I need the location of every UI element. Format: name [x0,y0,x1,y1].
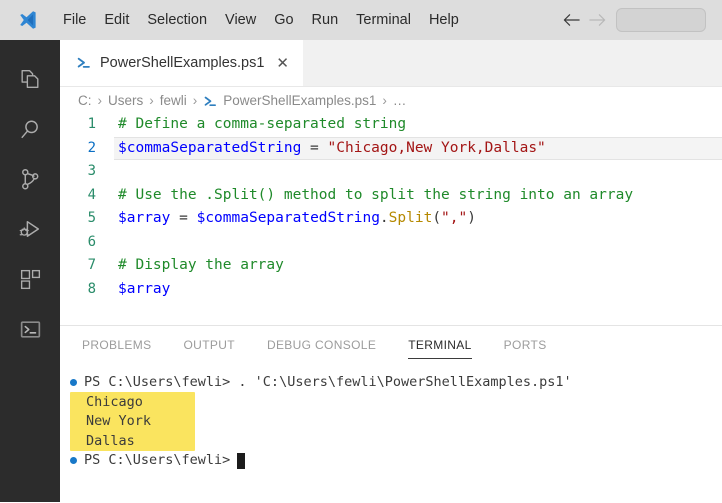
menu-item-terminal[interactable]: Terminal [347,9,420,31]
code-token: $array [118,280,171,297]
line-number: 4 [87,186,96,203]
terminal-command-text: PS C:\Users\fewli> . 'C:\Users\fewli\Pow… [84,374,572,390]
command-center-search-input[interactable] [616,8,706,32]
code-token: "," [441,210,468,226]
terminal-console-icon[interactable] [0,304,60,354]
panel-tab-terminal[interactable]: TERMINAL [408,326,473,364]
breadcrumb-item-more[interactable]: … [393,93,407,108]
code-token: # Display the array [118,257,284,273]
breadcrumb-item-file[interactable]: PowerShellExamples.ps1 [223,93,376,108]
code-line-text: $commaSeparatedString = "Chicago,New Yor… [114,136,722,160]
bottom-panel: PROBLEMS OUTPUT DEBUG CONSOLE TERMINAL PORTS… [60,325,722,503]
activity-bar [0,40,60,502]
breadcrumb-separator: › [97,92,103,108]
code-token: # Use the .Split() method to split the s… [118,186,634,203]
code-token: = [170,210,197,226]
panel-tab-output[interactable]: OUTPUT [184,326,235,364]
code-token: $commaSeparatedString [118,139,302,156]
breadcrumb-item-drive[interactable]: C: [78,93,92,108]
extensions-blocks-icon[interactable] [0,254,60,304]
panel-tab-problems[interactable]: PROBLEMS [82,326,152,364]
breadcrumb: C: › Users › fewli › PowerShellExamples.… [60,87,722,113]
code-line-text: $array [114,278,722,302]
line-number: 2 [87,139,96,156]
menu-item-help[interactable]: Help [420,9,468,31]
powershell-file-icon [203,94,218,109]
title-navigation [558,0,706,40]
code-token: = [301,139,328,156]
code-token: Split [388,210,433,226]
code-line[interactable]: 2 $commaSeparatedString = "Chicago,New Yo… [60,136,722,160]
code-token: # Define a comma-separated string [118,116,407,132]
code-line[interactable]: 6 [60,231,722,255]
run-and-debug-icon[interactable] [0,204,60,254]
terminal-view[interactable]: PS C:\Users\fewli> . 'C:\Users\fewli\Pow… [60,364,722,471]
code-token: $array [118,210,171,226]
line-number: 7 [87,257,96,273]
line-number: 1 [87,116,96,132]
code-editor[interactable]: 1 # Define a comma-separated string 2 $comm… [60,113,722,301]
vscode-window: File Edit Selection View Go Run Terminal… [0,0,722,503]
menu-item-file[interactable]: File [54,9,95,31]
code-line[interactable]: 4 # Use the .Split() method to split the … [60,184,722,208]
terminal-prompt-text: PS C:\Users\fewli> [84,452,231,468]
code-token: ( [432,210,442,226]
code-line[interactable]: 3 [60,160,722,184]
panel-tab-bar: PROBLEMS OUTPUT DEBUG CONSOLE TERMINAL PORTS [60,326,722,364]
terminal-prompt-line: PS C:\Users\fewli> . 'C:\Users\fewli\Pow… [70,373,722,393]
line-number: 5 [87,210,96,226]
menu-item-run[interactable]: Run [303,9,348,31]
arrow-right-icon [584,13,610,27]
terminal-output-text: New York [86,413,152,429]
code-line[interactable]: 7 # Display the array [60,254,722,278]
powershell-file-icon [76,55,92,71]
editor-tab-bar: PowerShellExamples.ps1 ✕ [60,40,722,87]
prompt-status-bullet-icon [70,379,77,387]
code-token: . [379,210,389,226]
code-token: "Chicago,New York,Dallas" [327,139,546,156]
code-line-text: $array = $commaSeparatedString.Split(","… [114,207,722,231]
terminal-prompt-line-final: PS C:\Users\fewli> [70,451,722,471]
panel-tab-debug-console[interactable]: DEBUG CONSOLE [267,326,376,364]
title-bar: File Edit Selection View Go Run Terminal… [0,0,722,40]
breadcrumb-separator: › [192,92,198,108]
breadcrumb-separator: › [149,92,154,108]
menu-item-edit[interactable]: Edit [95,9,138,31]
breadcrumb-item-fewli[interactable]: fewli [160,93,187,108]
menu-item-selection[interactable]: Selection [138,9,216,31]
arrow-left-icon[interactable] [558,13,584,27]
search-icon[interactable] [0,104,60,154]
line-number: 8 [87,280,96,297]
code-line-text: # Define a comma-separated string [114,113,722,137]
terminal-output-text: Dallas [86,432,135,449]
breadcrumb-separator: › [382,92,387,108]
code-line-text: # Use the .Split() method to split the s… [114,184,722,208]
line-number: 3 [87,163,96,179]
editor-tab-powershellexamples[interactable]: PowerShellExamples.ps1 ✕ [60,40,303,86]
explorer-files-icon[interactable] [0,54,60,104]
close-icon[interactable]: ✕ [276,56,289,71]
menu-item-go[interactable]: Go [265,9,302,31]
code-line-text: # Display the array [114,254,722,278]
menu-item-view[interactable]: View [216,9,265,31]
code-line[interactable]: 1 # Define a comma-separated string [60,113,722,137]
breadcrumb-item-users[interactable]: Users [108,93,143,108]
terminal-cursor [237,452,246,469]
vscode-logo-icon [8,9,46,31]
code-token: $commaSeparatedString [196,210,380,226]
prompt-status-bullet-icon [70,457,77,465]
code-line[interactable]: 5 $array = $commaSeparatedString.Split(",… [60,207,722,231]
code-line[interactable]: 8 $array [60,278,722,302]
code-token: ) [467,210,476,226]
terminal-output-text: Chicago [86,393,143,410]
editor-group: PowerShellExamples.ps1 ✕ C: › Users › fe… [60,40,722,503]
source-control-branch-icon[interactable] [0,154,60,204]
panel-tab-ports[interactable]: PORTS [504,326,547,364]
editor-tab-label: PowerShellExamples.ps1 [100,55,265,71]
menu-bar: File Edit Selection View Go Run Terminal… [54,9,468,31]
line-number: 6 [87,233,96,250]
